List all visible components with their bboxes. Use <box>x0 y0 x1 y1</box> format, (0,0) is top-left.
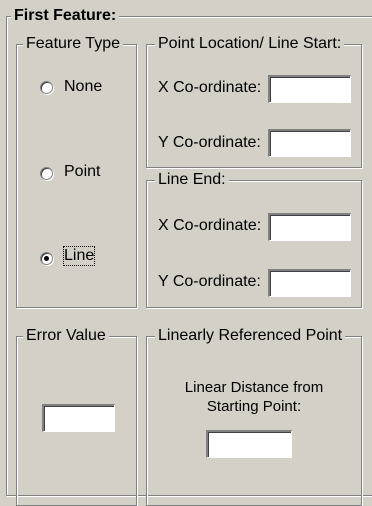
linear-ref-description: Linear Distance from Starting Point: <box>146 378 362 416</box>
start-y-label: Y Co-ordinate: <box>158 134 261 151</box>
radio-none-button[interactable] <box>40 81 53 94</box>
radio-point-button[interactable] <box>40 167 53 180</box>
line-end-title: Line End: <box>155 171 229 189</box>
first-feature-title: First Feature: <box>11 7 120 25</box>
point-location-title: Point Location/ Line Start: <box>155 35 345 53</box>
radio-point-label[interactable]: Point <box>64 162 100 182</box>
start-x-input[interactable] <box>268 75 351 103</box>
end-x-input[interactable] <box>268 213 351 241</box>
start-x-label: X Co-ordinate: <box>158 79 262 96</box>
linear-ref-desc-line2: Starting Point: <box>206 398 302 415</box>
linear-distance-input[interactable] <box>206 430 292 458</box>
linear-ref-desc-line1: Linear Distance from <box>184 379 324 396</box>
error-value-title: Error Value <box>23 327 109 345</box>
end-y-input[interactable] <box>268 269 351 297</box>
error-value-input[interactable] <box>42 404 115 432</box>
start-y-input[interactable] <box>268 129 351 157</box>
radio-none-label[interactable]: None <box>64 77 102 97</box>
radio-line-label[interactable]: Line <box>62 246 96 266</box>
radio-line-button[interactable] <box>40 252 53 265</box>
radio-line-dot <box>44 256 49 261</box>
linear-ref-title: Linearly Referenced Point <box>155 327 346 345</box>
feature-type-title: Feature Type <box>23 35 123 53</box>
end-y-label: Y Co-ordinate: <box>158 273 261 290</box>
end-x-label: X Co-ordinate: <box>158 217 262 234</box>
